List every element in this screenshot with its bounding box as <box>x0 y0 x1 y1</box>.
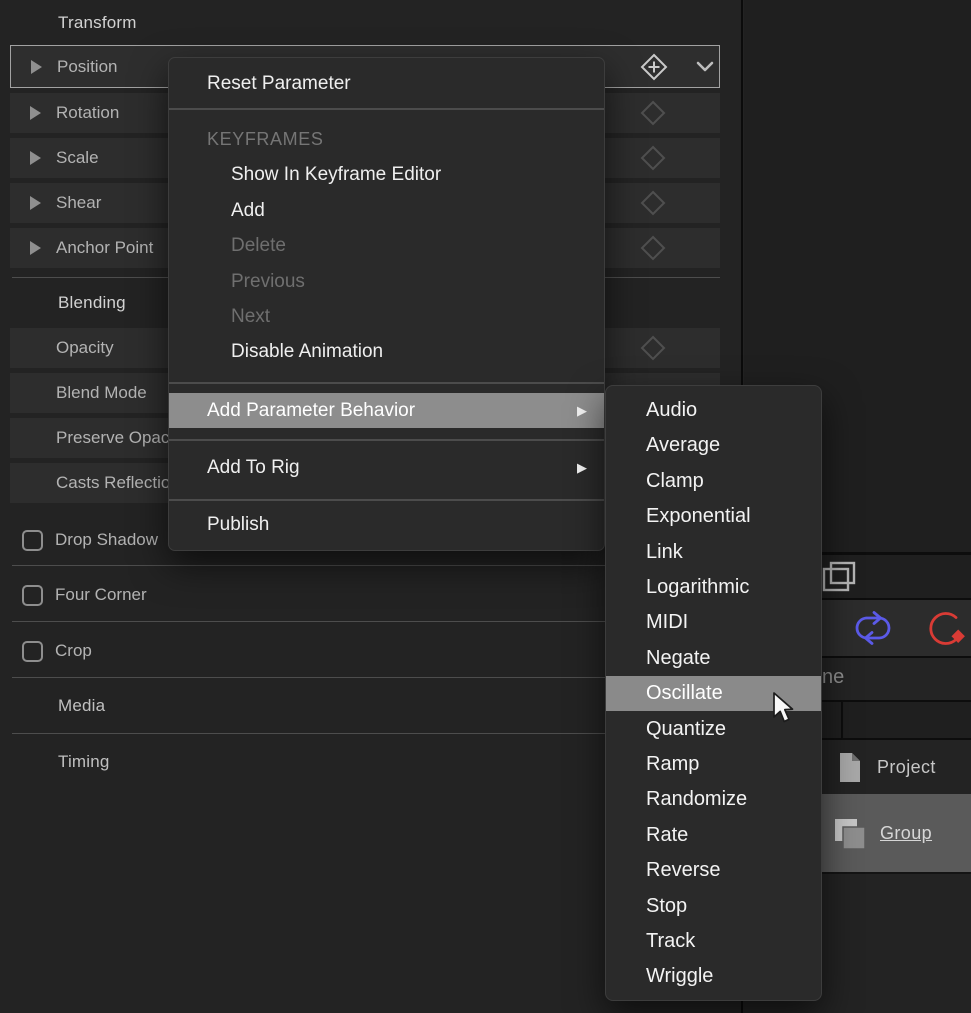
parameter-label: Preserve Opacity <box>56 428 186 448</box>
submenu-item-negate[interactable]: Negate <box>606 641 821 676</box>
canvas-overlap-icon[interactable] <box>822 561 856 593</box>
checkbox-row-drop-shadow[interactable]: Drop Shadow <box>22 528 158 552</box>
disclosure-triangle-icon[interactable] <box>30 196 41 210</box>
menu-item-show-in-keyframe-editor[interactable]: Show In Keyframe Editor <box>169 157 604 192</box>
submenu-item-randomize[interactable]: Randomize <box>606 782 821 817</box>
submenu-item-logarithmic[interactable]: Logarithmic <box>606 570 821 605</box>
checkbox-unchecked-icon[interactable] <box>22 530 43 551</box>
layers-row-label: Project <box>877 757 936 778</box>
pointer-cursor-icon <box>771 691 797 725</box>
menu-item-reset-parameter[interactable]: Reset Parameter <box>169 66 604 102</box>
group-layers-icon <box>832 813 868 853</box>
panel-divider <box>841 702 843 740</box>
parameter-label: Position <box>57 57 117 77</box>
menu-item-publish[interactable]: Publish <box>169 507 604 542</box>
submenu-item-clamp[interactable]: Clamp <box>606 464 821 499</box>
parameter-label: Casts Reflection <box>56 473 180 493</box>
keyframe-diamond-icon[interactable] <box>638 143 668 173</box>
parameter-context-menu: Reset Parameter KEYFRAMES Show In Keyfra… <box>168 57 605 551</box>
submenu-item-track[interactable]: Track <box>606 924 821 959</box>
menu-item-previous-disabled: Previous <box>169 264 604 299</box>
motion-inspector-screen: Transform Position Rotation Scale Shear … <box>0 0 971 1013</box>
submenu-arrow-icon: ▶ <box>577 403 587 419</box>
disclosure-triangle-icon[interactable] <box>30 241 41 255</box>
keyframe-diamond-icon[interactable] <box>638 333 668 363</box>
checkbox-label: Crop <box>55 641 92 661</box>
section-header-timing: Timing <box>58 752 110 772</box>
menu-separator <box>169 108 604 110</box>
parameter-label: Rotation <box>56 103 119 123</box>
section-header-media: Media <box>58 696 105 716</box>
disclosure-triangle-icon[interactable] <box>30 106 41 120</box>
submenu-item-link[interactable]: Link <box>606 535 821 570</box>
submenu-item-wriggle[interactable]: Wriggle <box>606 959 821 994</box>
menu-separator <box>169 382 604 384</box>
record-cycle-icon[interactable] <box>928 611 968 649</box>
menu-separator <box>169 439 604 441</box>
layers-row-group-highlighted[interactable]: Group <box>818 794 971 872</box>
layers-row-label: Group <box>880 823 932 844</box>
checkbox-row-crop[interactable]: Crop <box>22 639 92 663</box>
menu-item-disable-animation[interactable]: Disable Animation <box>169 334 604 369</box>
menu-group-header-keyframes: KEYFRAMES <box>169 122 604 157</box>
submenu-item-exponential[interactable]: Exponential <box>606 499 821 534</box>
section-header-blending: Blending <box>58 293 126 313</box>
section-header-transform: Transform <box>58 13 137 33</box>
layers-row-project[interactable]: Project <box>818 740 971 794</box>
checkbox-row-four-corner[interactable]: Four Corner <box>22 583 147 607</box>
keyframe-diamond-icon[interactable] <box>638 188 668 218</box>
checkbox-label: Drop Shadow <box>55 530 158 550</box>
checkbox-label: Four Corner <box>55 585 147 605</box>
keyframe-diamond-icon[interactable] <box>638 98 668 128</box>
keyframe-diamond-icon[interactable] <box>638 233 668 263</box>
submenu-item-reverse[interactable]: Reverse <box>606 853 821 888</box>
submenu-item-midi[interactable]: MIDI <box>606 605 821 640</box>
parameter-label: Blend Mode <box>56 383 147 403</box>
submenu-item-stop[interactable]: Stop <box>606 889 821 924</box>
checkbox-unchecked-icon[interactable] <box>22 641 43 662</box>
menu-item-delete-disabled: Delete <box>169 228 604 263</box>
parameter-label: Opacity <box>56 338 114 358</box>
menu-item-add-to-rig[interactable]: Add To Rig ▶ <box>169 450 604 485</box>
submenu-arrow-icon: ▶ <box>577 460 587 476</box>
parameter-label: Scale <box>56 148 99 168</box>
menu-item-next-disabled: Next <box>169 299 604 334</box>
menu-separator <box>169 499 604 501</box>
add-keyframe-diamond-icon[interactable] <box>639 52 669 82</box>
truncated-label: ne <box>822 666 844 689</box>
menu-item-add[interactable]: Add <box>169 193 604 228</box>
submenu-item-rate[interactable]: Rate <box>606 818 821 853</box>
submenu-item-ramp[interactable]: Ramp <box>606 747 821 782</box>
chevron-down-icon[interactable] <box>695 61 715 73</box>
disclosure-triangle-icon[interactable] <box>30 151 41 165</box>
submenu-item-audio[interactable]: Audio <box>606 393 821 428</box>
checkbox-unchecked-icon[interactable] <box>22 585 43 606</box>
submenu-item-average[interactable]: Average <box>606 428 821 463</box>
parameter-label: Anchor Point <box>56 238 153 258</box>
project-file-icon <box>838 752 862 783</box>
parameter-label: Shear <box>56 193 101 213</box>
disclosure-triangle-icon[interactable] <box>31 60 42 74</box>
menu-item-add-parameter-behavior[interactable]: Add Parameter Behavior ▶ <box>169 393 604 428</box>
loop-playback-icon[interactable] <box>854 611 892 645</box>
